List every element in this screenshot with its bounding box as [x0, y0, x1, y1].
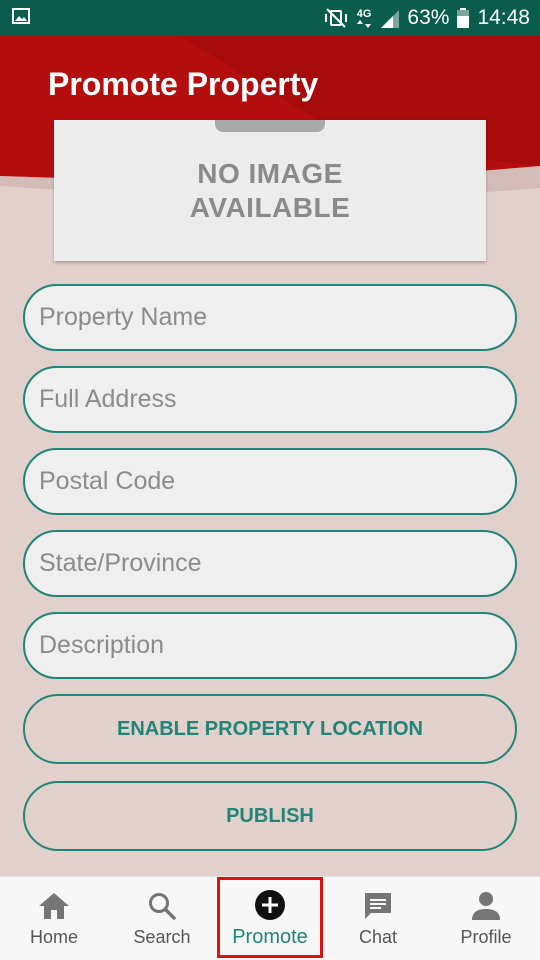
full-address-field[interactable] [23, 366, 517, 433]
search-icon [147, 889, 177, 923]
state-province-input[interactable] [39, 549, 515, 578]
nav-item-chat[interactable]: Chat [324, 877, 432, 960]
status-bar: 4G 63% 14:48 [0, 0, 540, 36]
nav-label-search: Search [133, 927, 191, 947]
description-field[interactable] [23, 612, 517, 679]
vibrate-mute-icon [323, 8, 349, 28]
nav-label-home: Home [29, 927, 78, 947]
nav-item-promote[interactable]: Promote [216, 877, 324, 960]
camera-icon [215, 120, 325, 132]
publish-button[interactable]: PUBLISH [23, 781, 517, 851]
postal-code-input[interactable] [39, 467, 515, 496]
nav-label-chat: Chat [358, 927, 398, 947]
nav-item-profile[interactable]: Profile [432, 877, 540, 960]
state-province-field[interactable] [23, 530, 517, 597]
no-image-text-line2: AVAILABLE [189, 191, 351, 223]
no-image-text-line1: NO IMAGE [197, 157, 343, 189]
full-address-input[interactable] [39, 385, 515, 414]
nav-label-profile: Profile [460, 927, 512, 947]
description-input[interactable] [39, 631, 515, 660]
clock: 14:48 [477, 6, 530, 29]
nav-item-home[interactable]: Home [0, 877, 108, 960]
network-type-label: 4G [356, 7, 372, 20]
property-name-input[interactable] [39, 303, 515, 332]
person-icon [471, 889, 501, 923]
gallery-notification-icon [12, 7, 30, 29]
postal-code-field[interactable] [23, 448, 517, 515]
network-type-icon: 4G [356, 7, 372, 28]
bottom-navigation: Home Search Promote Chat Profile [0, 876, 540, 960]
property-name-field[interactable] [23, 284, 517, 351]
active-tab-highlight [217, 877, 323, 958]
page-title: Promote Property [48, 66, 319, 102]
home-icon [38, 889, 70, 923]
chat-icon [362, 889, 394, 923]
enable-location-button[interactable]: ENABLE PROPERTY LOCATION [23, 694, 517, 764]
nav-item-search[interactable]: Search [108, 877, 216, 960]
battery-level: 63% [407, 6, 450, 29]
property-image-placeholder[interactable]: NO IMAGE AVAILABLE [54, 120, 486, 261]
promote-form: ENABLE PROPERTY LOCATION PUBLISH [23, 284, 517, 868]
signal-icon [379, 8, 400, 28]
battery-icon [457, 8, 470, 28]
